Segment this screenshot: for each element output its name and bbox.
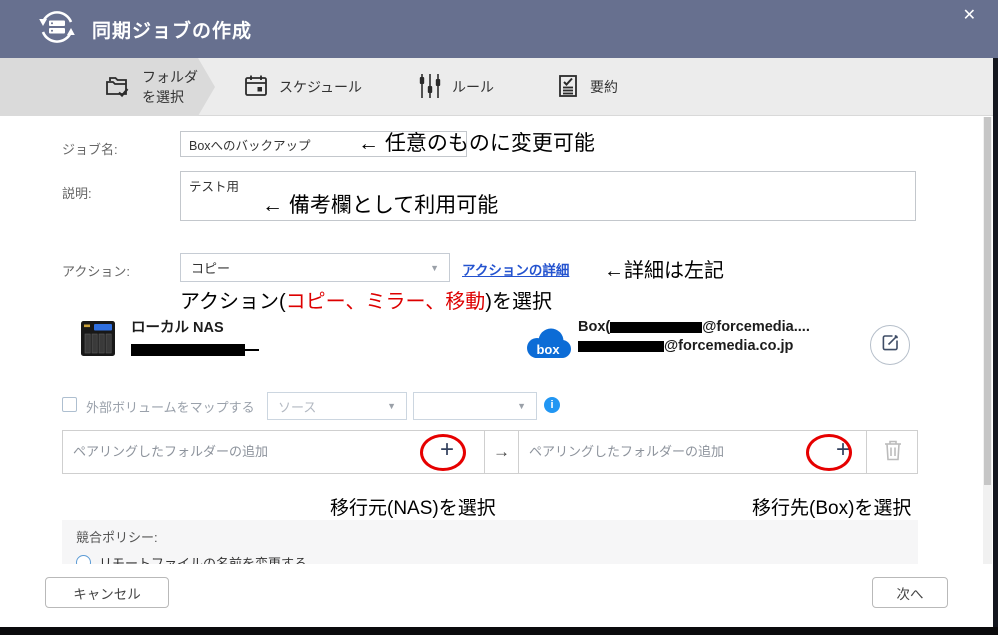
close-icon[interactable]: ✕ xyxy=(963,8,976,24)
dialog-title: 同期ジョブの作成 xyxy=(92,16,252,43)
destination-account: Box(@forcemedia.... @forcemedia.co.jp xyxy=(578,318,810,356)
map-source-value: ソース xyxy=(278,397,316,416)
next-button[interactable]: 次へ xyxy=(872,577,948,608)
tab-schedule[interactable]: スケジュール xyxy=(243,58,362,116)
job-name-label: ジョブ名: xyxy=(62,139,118,158)
folder-pairing-row: ペアリングしたフォルダーの追加 + → ペアリングしたフォルダーの追加 + xyxy=(62,430,918,474)
scrollbar-thumb[interactable] xyxy=(984,117,991,485)
tab-summary[interactable]: 要約 xyxy=(556,58,618,116)
description-annotation: ← 備考欄として利用可能 xyxy=(262,189,498,219)
action-note-prefix: アクション( xyxy=(180,291,286,313)
svg-text:box: box xyxy=(536,342,560,357)
trash-icon xyxy=(882,438,904,467)
chevron-down-icon: ▼ xyxy=(387,401,396,411)
destination-folder-placeholder: ペアリングしたフォルダーの追加 xyxy=(529,431,724,473)
source-folder-placeholder: ペアリングしたフォルダーの追加 xyxy=(73,431,268,473)
tab-label: スケジュール xyxy=(279,77,362,97)
description-label: 説明: xyxy=(62,183,92,202)
info-icon[interactable]: i xyxy=(544,397,560,413)
conflict-policy-label: 競合ポリシー: xyxy=(76,527,158,546)
conflict-option-label: リモートファイルの名前を変更する xyxy=(99,553,307,564)
edit-pencil-icon xyxy=(880,332,901,358)
dialog-content: ジョブ名: ← 任意のものに変更可能 説明: テスト用 ← 備考欄として利用可能… xyxy=(0,116,993,627)
map-volume-label: 外部ボリュームをマップする xyxy=(86,397,255,416)
action-select[interactable]: コピー ▼ xyxy=(180,253,450,282)
radio-icon xyxy=(76,555,91,564)
tab-label: 要約 xyxy=(590,77,618,97)
action-note-suffix: )を選択 xyxy=(485,291,552,313)
cancel-button[interactable]: キャンセル xyxy=(45,577,169,608)
edit-connection-button[interactable] xyxy=(870,325,910,365)
destination-folder-annotation: 移行先(Box)を選択 xyxy=(752,493,911,520)
clipboard-check-icon xyxy=(556,73,580,102)
annotation-circle-destination-add xyxy=(806,434,852,471)
map-volume-checkbox[interactable] xyxy=(62,397,77,412)
tab-label: フォルダを選択 xyxy=(142,67,198,107)
tab-rules[interactable]: ルール xyxy=(418,58,494,116)
dialog-titlebar: 同期ジョブの作成 ✕ xyxy=(0,0,998,58)
map-target-select[interactable]: ▼ xyxy=(413,392,537,420)
source-folder-annotation: 移行元(NAS)を選択 xyxy=(330,493,496,520)
annotation-circle-source-add xyxy=(420,434,466,471)
source-device-name: ローカル NAS xyxy=(131,319,224,338)
chevron-down-icon: ▼ xyxy=(430,263,439,273)
sync-icon xyxy=(36,6,78,53)
conflict-policy-panel: 競合ポリシー: リモートファイルの名前を変更する xyxy=(62,520,918,564)
redacted-text xyxy=(578,341,664,352)
active-tab-arrow xyxy=(198,58,215,116)
sliders-icon xyxy=(418,73,442,102)
action-select-value: コピー xyxy=(191,258,230,277)
sync-job-dialog: 同期ジョブの作成 ✕ フォルダを選択 xyxy=(0,0,998,635)
map-source-select[interactable]: ソース ▼ xyxy=(267,392,407,420)
box-cloud-icon: box xyxy=(524,326,572,367)
desktop-background-strip xyxy=(993,58,998,635)
action-label: アクション: xyxy=(62,261,130,280)
action-note-highlight: コピー、ミラー、移動 xyxy=(286,291,486,313)
action-details-link[interactable]: アクションの詳細 xyxy=(462,259,569,279)
folder-check-icon xyxy=(104,73,132,102)
wizard-tabbar: フォルダを選択 スケジュール xyxy=(0,58,993,116)
chevron-down-icon: ▼ xyxy=(517,401,526,411)
destination-line1: Box(@forcemedia.... xyxy=(578,318,810,337)
action-note: アクション(コピー、ミラー、移動)を選択 xyxy=(180,285,552,314)
conflict-policy-option[interactable]: リモートファイルの名前を変更する xyxy=(76,553,307,564)
desktop-background-strip xyxy=(0,627,998,635)
action-annotation: ←詳細は左記 xyxy=(604,254,724,283)
tab-select-folders[interactable]: フォルダを選択 xyxy=(0,58,198,116)
calendar-icon xyxy=(243,74,269,101)
destination-line2: @forcemedia.co.jp xyxy=(578,337,810,356)
nas-device-icon xyxy=(80,320,116,362)
redacted-ip xyxy=(131,344,245,356)
tab-label: ルール xyxy=(452,77,494,97)
job-name-annotation: ← 任意のものに変更可能 xyxy=(358,127,595,157)
delete-pair-button[interactable] xyxy=(866,431,918,473)
redacted-text xyxy=(610,322,702,333)
pairing-arrow-icon: → xyxy=(484,431,518,473)
